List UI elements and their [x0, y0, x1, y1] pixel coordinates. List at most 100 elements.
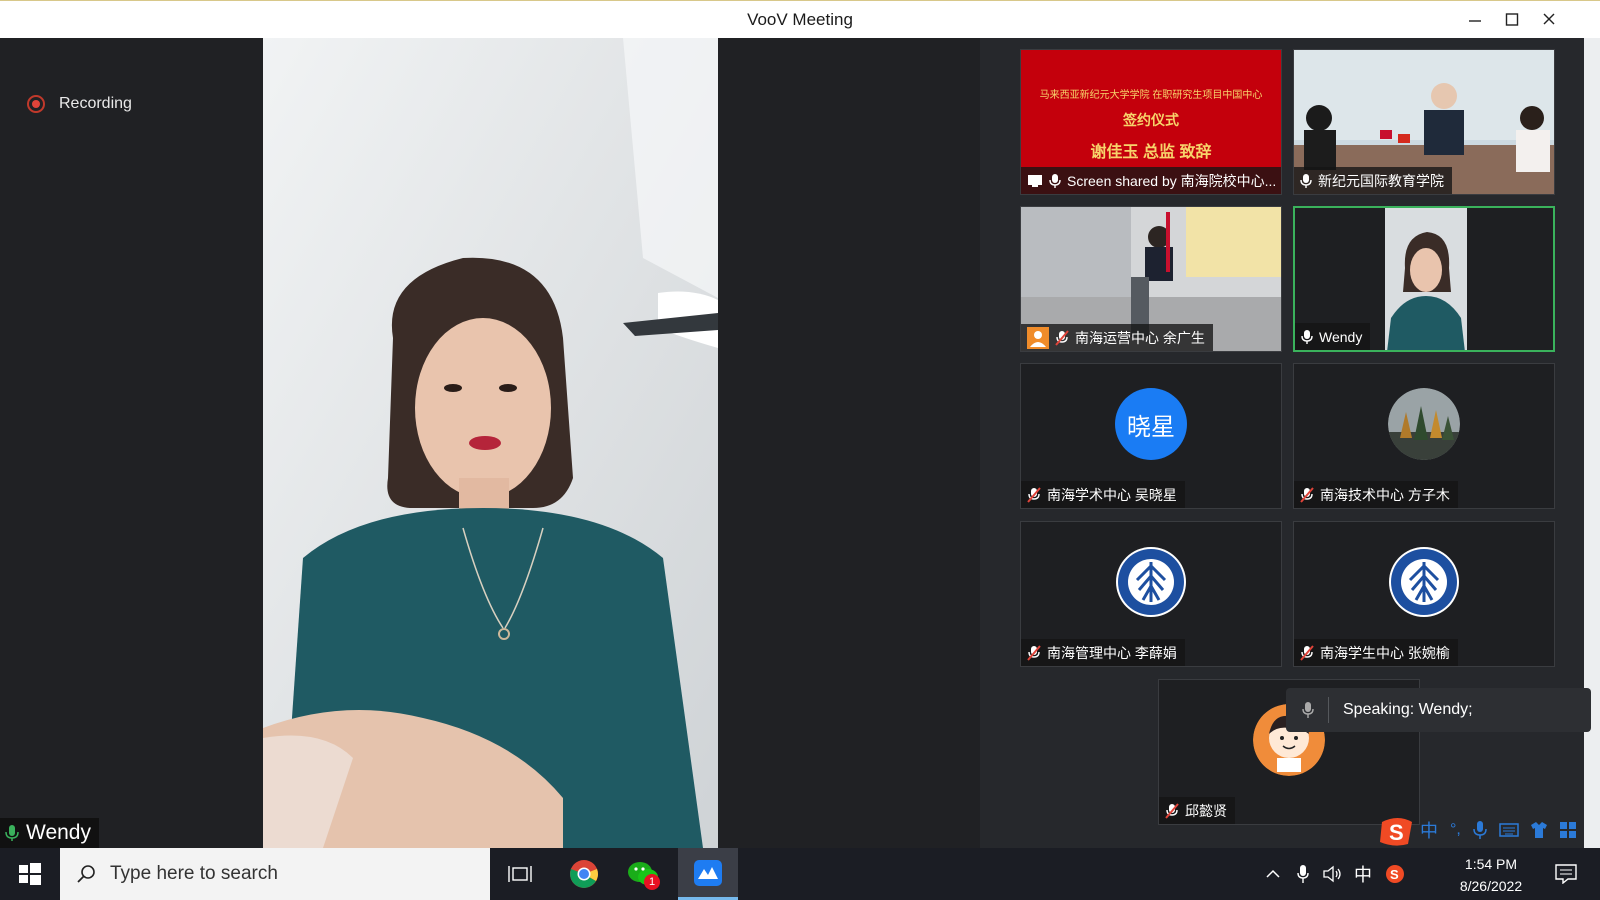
- avatar: [1389, 547, 1459, 617]
- svg-text:S: S: [1389, 820, 1404, 845]
- ime-punct[interactable]: °,: [1450, 821, 1461, 839]
- chevron-up-icon: [1266, 869, 1280, 878]
- svg-text:S: S: [1390, 867, 1399, 882]
- mic-icon: [1049, 173, 1061, 189]
- title-bar: VooV Meeting: [0, 0, 1600, 38]
- mic-icon: [5, 825, 19, 841]
- avatar: [1388, 388, 1460, 460]
- participant-video: [1385, 208, 1467, 350]
- participant-name: Wendy: [1319, 328, 1363, 345]
- volume-icon: [1323, 865, 1341, 883]
- speaker-video-image: [263, 38, 718, 848]
- volume-button[interactable]: [1320, 848, 1346, 900]
- participant-tile-screen-share[interactable]: 马来西亚新纪元大学学院 在职研究生项目中国中心 签约仪式 谢佳玉 总监 致辞 S…: [1020, 49, 1282, 195]
- clock-date: 8/26/2022: [1459, 878, 1523, 894]
- participant-name: 南海技术中心 方子木: [1320, 486, 1450, 503]
- ime-lang[interactable]: 中: [1420, 817, 1438, 843]
- participant-name: 南海学术中心 吴晓星: [1047, 486, 1177, 503]
- input-language-button[interactable]: 中: [1350, 848, 1376, 900]
- main-video[interactable]: [263, 38, 718, 848]
- voice-icon[interactable]: [1473, 820, 1487, 840]
- record-icon: [27, 95, 45, 113]
- screen-share-icon: [1027, 174, 1043, 188]
- participant-name: 南海学生中心 张婉榆: [1320, 644, 1450, 661]
- toolbox-icon[interactable]: [1559, 821, 1577, 839]
- search-placeholder: Type here to search: [110, 863, 278, 884]
- participant-name-bar: 新纪元国际教育学院: [1294, 167, 1452, 194]
- windows-icon: [19, 863, 41, 885]
- mic-muted-icon: [1300, 644, 1314, 661]
- search-icon: [76, 864, 96, 884]
- minimize-button[interactable]: [1461, 7, 1489, 33]
- ime-toolbar[interactable]: S 中 °,: [1378, 812, 1577, 848]
- participant-name: 新纪元国际教育学院: [1318, 172, 1444, 189]
- participant-name: 南海运营中心 余广生: [1075, 329, 1205, 346]
- tray-mic-button[interactable]: [1290, 848, 1316, 900]
- task-view-icon: [508, 866, 532, 882]
- participant-tile[interactable]: 南海学生中心 张婉榆: [1293, 521, 1555, 667]
- chrome-icon: [570, 860, 598, 888]
- mic-icon: [1301, 329, 1313, 345]
- show-hidden-icons-button[interactable]: [1260, 848, 1286, 900]
- maximize-button[interactable]: [1498, 7, 1526, 33]
- participant-name: Screen shared by 南海院校中心...: [1067, 172, 1277, 189]
- participant-name-bar: 南海运营中心 余广生: [1021, 324, 1213, 351]
- mic-icon: [1300, 173, 1312, 189]
- sogou-tray-button[interactable]: S: [1380, 848, 1410, 900]
- mic-muted-icon: [1300, 486, 1314, 503]
- slide-header: 马来西亚新纪元大学学院 在职研究生项目中国中心: [1039, 90, 1263, 101]
- mic-icon: [1297, 865, 1309, 883]
- participant-tile[interactable]: 晓星 南海学术中心 吴晓星: [1020, 363, 1282, 509]
- speaker-name: Wendy: [26, 821, 91, 844]
- notification-icon: [1555, 864, 1577, 884]
- mic-muted-icon: [1027, 644, 1041, 661]
- participant-tile-active[interactable]: Wendy: [1293, 206, 1555, 352]
- slide-line-1: 签约仪式: [1123, 112, 1179, 128]
- skin-icon[interactable]: [1529, 821, 1549, 839]
- slide-line-2: 谢佳玉 总监 致辞: [1090, 144, 1212, 161]
- participant-name: 邱懿贤: [1185, 802, 1227, 819]
- chrome-button[interactable]: [554, 848, 614, 900]
- participant-name-bar: Wendy: [1295, 323, 1371, 350]
- participant-tile[interactable]: 南海管理中心 李薛娟: [1020, 521, 1282, 667]
- voov-button[interactable]: [678, 848, 738, 900]
- main-speaker-area: Recording Wendy: [0, 38, 980, 848]
- voov-icon: [694, 859, 722, 886]
- mic-muted-icon: [1027, 486, 1041, 503]
- clock-time: 1:54 PM: [1464, 856, 1518, 872]
- participant-tile[interactable]: 南海运营中心 余广生: [1020, 206, 1282, 352]
- avatar: 晓星: [1115, 388, 1187, 460]
- speaking-indicator: Speaking: Wendy;: [1286, 688, 1591, 732]
- start-button[interactable]: [0, 848, 60, 900]
- participant-tile[interactable]: 新纪元国际教育学院: [1293, 49, 1555, 195]
- recording-indicator[interactable]: Recording: [27, 95, 132, 113]
- speaking-text: Speaking: Wendy;: [1343, 701, 1473, 718]
- participant-tile[interactable]: 南海技术中心 方子木: [1293, 363, 1555, 509]
- sogou-icon[interactable]: S: [1378, 814, 1414, 846]
- action-center-button[interactable]: [1546, 848, 1586, 900]
- taskbar: Type here to search 1 中 S 1:54 PM 8/26/2…: [0, 848, 1600, 900]
- participant-name-bar: Screen shared by 南海院校中心...: [1021, 167, 1281, 194]
- participant-name: 南海管理中心 李薛娟: [1047, 644, 1177, 661]
- divider: [1328, 697, 1329, 723]
- mic-icon: [1302, 701, 1314, 719]
- wechat-button[interactable]: 1: [614, 848, 674, 900]
- participant-name-bar: 邱懿贤: [1159, 797, 1235, 824]
- mic-muted-icon: [1165, 802, 1179, 819]
- clock[interactable]: 1:54 PM 8/26/2022: [1446, 848, 1536, 900]
- user-icon: [1027, 326, 1049, 349]
- avatar: [1116, 547, 1186, 617]
- mic-muted-icon: [1055, 329, 1069, 346]
- window-title: VooV Meeting: [747, 10, 853, 29]
- sogou-icon: S: [1386, 865, 1404, 883]
- participant-name-bar: 南海学生中心 张婉榆: [1294, 639, 1458, 666]
- participant-name-bar: 南海学术中心 吴晓星: [1021, 481, 1185, 508]
- close-button[interactable]: [1535, 7, 1563, 33]
- search-box[interactable]: Type here to search: [60, 848, 490, 900]
- notification-badge: 1: [644, 874, 660, 890]
- task-view-button[interactable]: [490, 848, 550, 900]
- speaker-name-label: Wendy: [0, 818, 99, 848]
- participant-name-bar: 南海管理中心 李薛娟: [1021, 639, 1185, 666]
- keyboard-icon[interactable]: [1499, 822, 1519, 838]
- participant-name-bar: 南海技术中心 方子木: [1294, 481, 1458, 508]
